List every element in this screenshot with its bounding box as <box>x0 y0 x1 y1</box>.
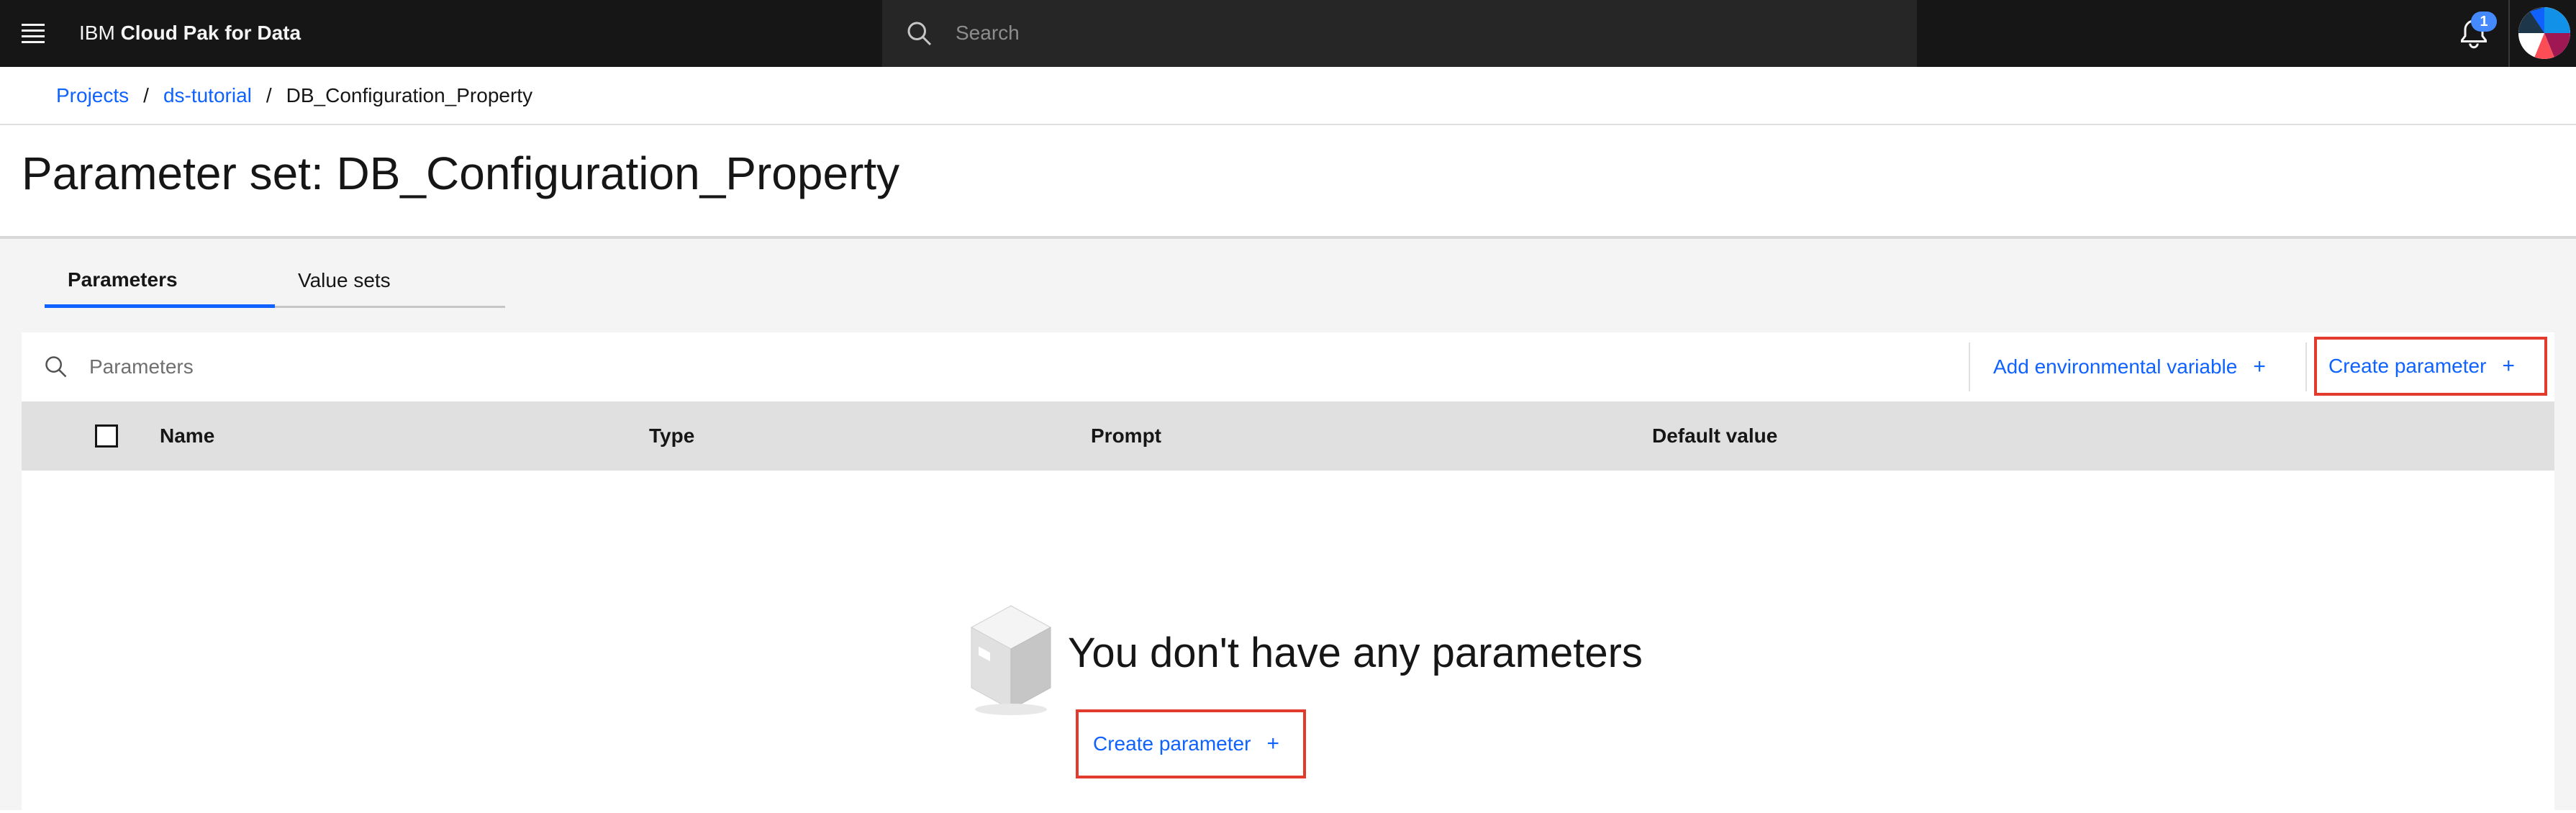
main-content: Parameters Value sets Add environmental … <box>0 236 2576 813</box>
create-parameter-label: Create parameter <box>2328 355 2487 377</box>
breadcrumb-projects[interactable]: Projects <box>56 81 129 110</box>
breadcrumb-separator: / <box>143 84 149 106</box>
add-environmental-variable-button[interactable]: Add environmental variable + <box>1993 332 2266 401</box>
search-icon <box>45 356 67 378</box>
breadcrumb-separator: / <box>266 84 272 106</box>
divider <box>0 124 2576 125</box>
breadcrumb: Projects / ds-tutorial / DB_Configuratio… <box>56 81 532 110</box>
column-header-name[interactable]: Name <box>160 401 214 471</box>
empty-box-icon <box>970 605 1052 715</box>
notification-badge: 1 <box>2471 12 2497 32</box>
table-header-row: Name Type Prompt Default value <box>22 401 2554 471</box>
select-all-checkbox[interactable] <box>95 424 118 448</box>
add-environmental-variable-label: Add environmental variable <box>1993 355 2238 378</box>
tab-list: Parameters Value sets <box>45 255 505 308</box>
top-header: IBM Cloud Pak for Data Search 1 <box>0 0 2576 67</box>
plus-icon: + <box>2253 355 2266 378</box>
header-divider <box>2508 0 2510 67</box>
avatar-icon <box>2518 7 2570 59</box>
create-parameter-empty-label: Create parameter <box>1093 732 1251 755</box>
global-search[interactable]: Search <box>882 0 1917 67</box>
column-header-prompt[interactable]: Prompt <box>1091 401 1161 471</box>
column-header-default-value[interactable]: Default value <box>1652 401 1777 471</box>
empty-state-title: You don't have any parameters <box>1068 630 1643 676</box>
table-toolbar: Add environmental variable + Create para… <box>22 332 2554 401</box>
global-search-placeholder: Search <box>956 22 1020 44</box>
search-icon <box>907 22 932 46</box>
plus-icon: + <box>2502 354 2515 378</box>
table-empty-state: You don't have any parameters Create par… <box>22 471 2554 813</box>
tab-value-sets[interactable]: Value sets <box>275 255 505 308</box>
tab-parameters[interactable]: Parameters <box>45 255 275 308</box>
product-brand[interactable]: IBM Cloud Pak for Data <box>79 19 301 47</box>
page-title: Parameter set: DB_Configuration_Property <box>22 147 900 199</box>
hamburger-menu-icon[interactable] <box>16 16 50 50</box>
toolbar-divider <box>1969 342 1970 391</box>
column-header-type[interactable]: Type <box>649 401 694 471</box>
breadcrumb-ds-tutorial[interactable]: ds-tutorial <box>163 81 252 110</box>
plus-icon: + <box>1266 732 1279 755</box>
brand-prefix: IBM <box>79 22 115 44</box>
brand-name: Cloud Pak for Data <box>120 22 301 44</box>
create-parameter-empty-button[interactable]: Create parameter + <box>1076 709 1306 778</box>
breadcrumb-current: DB_Configuration_Property <box>286 84 533 106</box>
avatar[interactable] <box>2518 7 2570 59</box>
parameters-search-input[interactable] <box>89 332 1960 401</box>
create-parameter-button[interactable]: Create parameter + <box>2314 337 2547 396</box>
toolbar-divider <box>2305 342 2307 391</box>
